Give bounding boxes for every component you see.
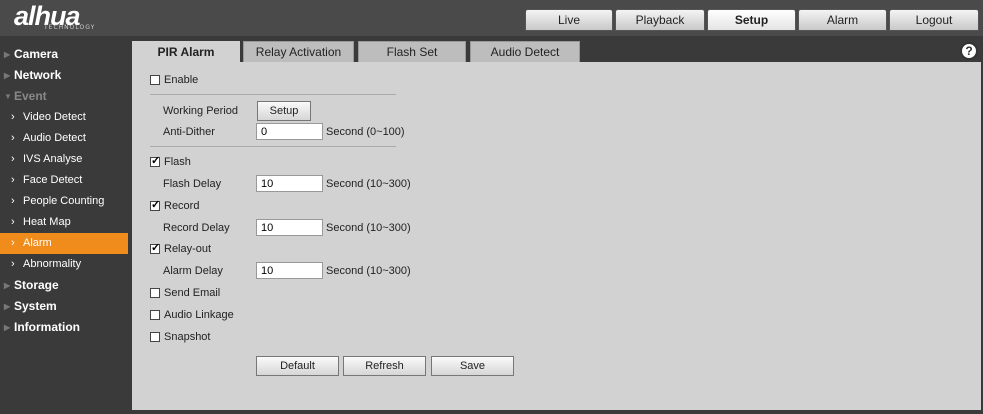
top-nav-setup[interactable]: Setup [707, 9, 796, 31]
chevron-right-icon: › [11, 174, 15, 186]
caret-right-icon: ▶ [4, 323, 11, 332]
audio-linkage-row: Audio Linkage [150, 309, 234, 321]
save-button[interactable]: Save [431, 356, 514, 376]
chevron-right-icon: › [11, 216, 15, 228]
relay-out-label: Relay-out [164, 243, 212, 255]
sidebar-item-information[interactable]: ▶ Information [0, 317, 128, 338]
caret-down-icon: ▼ [4, 92, 12, 101]
sidebar-item-system[interactable]: ▶ System [0, 296, 128, 317]
sidebar-item-camera[interactable]: ▶ Camera [0, 44, 128, 65]
enable-label: Enable [164, 74, 199, 86]
flash-delay-input[interactable] [256, 175, 323, 192]
chevron-right-icon: › [11, 132, 15, 144]
working-period-label: Working Period [163, 105, 238, 117]
sidebar-item-face-detect[interactable]: › Face Detect [0, 170, 128, 191]
anti-dither-unit: Second (0~100) [326, 126, 405, 138]
alarm-delay-label: Alarm Delay [163, 265, 223, 277]
help-icon[interactable]: ? [960, 42, 978, 60]
sidebar: ▶ Camera ▶ Network ▼ Event › Video Detect › A… [0, 44, 128, 338]
flash-delay-unit: Second (10~300) [326, 178, 411, 190]
sidebar-item-network[interactable]: ▶ Network [0, 65, 128, 86]
top-nav-logout[interactable]: Logout [889, 9, 979, 31]
flash-label: Flash [164, 156, 191, 168]
alarm-delay-input[interactable] [256, 262, 323, 279]
sidebar-item-abnormality[interactable]: › Abnormality [0, 254, 128, 275]
flash-checkbox[interactable] [150, 154, 160, 167]
caret-right-icon: ▶ [4, 281, 11, 290]
chevron-right-icon: › [11, 237, 15, 249]
caret-right-icon: ▶ [4, 50, 11, 59]
send-email-label: Send Email [164, 287, 221, 299]
anti-dither-input[interactable] [256, 123, 323, 140]
sidebar-item-event[interactable]: ▼ Event [0, 86, 128, 107]
snapshot-label: Snapshot [164, 331, 211, 343]
record-delay-input[interactable] [256, 219, 323, 236]
caret-right-icon: ▶ [4, 71, 11, 80]
chevron-right-icon: › [11, 111, 15, 123]
tab-pir-alarm[interactable]: PIR Alarm [132, 41, 240, 63]
tab-relay-activation[interactable]: Relay Activation [243, 41, 354, 62]
sidebar-item-audio-detect[interactable]: › Audio Detect [0, 128, 128, 149]
sidebar-item-video-detect[interactable]: › Video Detect [0, 107, 128, 128]
record-delay-label: Record Delay [163, 222, 230, 234]
send-email-checkbox[interactable] [150, 288, 160, 298]
enable-row: Enable [150, 74, 198, 86]
top-nav-live[interactable]: Live [525, 9, 613, 31]
brand-logo-subtext: TECHNOLOGY [44, 24, 96, 31]
relay-out-checkbox[interactable] [150, 241, 160, 254]
snapshot-row: Snapshot [150, 331, 210, 343]
chevron-right-icon: › [11, 153, 15, 165]
sidebar-item-people-counting[interactable]: › People Counting [0, 191, 128, 212]
snapshot-checkbox[interactable] [150, 332, 160, 342]
chevron-right-icon: › [11, 258, 15, 270]
relay-out-row: Relay-out [150, 241, 212, 255]
flash-delay-label: Flash Delay [163, 178, 222, 190]
enable-checkbox[interactable] [150, 75, 160, 85]
sidebar-item-heat-map[interactable]: › Heat Map [0, 212, 128, 233]
sidebar-item-ivs-analyse[interactable]: › IVS Analyse [0, 149, 128, 170]
top-nav-alarm[interactable]: Alarm [798, 9, 887, 31]
default-button[interactable]: Default [256, 356, 339, 376]
record-row: Record [150, 198, 200, 212]
record-label: Record [164, 200, 200, 212]
divider [150, 94, 396, 95]
record-delay-unit: Second (10~300) [326, 222, 411, 234]
tab-flash-set[interactable]: Flash Set [358, 41, 466, 62]
tab-audio-detect[interactable]: Audio Detect [470, 41, 580, 62]
caret-right-icon: ▶ [4, 302, 11, 311]
record-checkbox[interactable] [150, 198, 160, 211]
audio-linkage-label: Audio Linkage [164, 309, 234, 321]
audio-linkage-checkbox[interactable] [150, 310, 160, 320]
alarm-delay-unit: Second (10~300) [326, 265, 411, 277]
top-nav-playback[interactable]: Playback [615, 9, 705, 31]
header-bar: alhua TECHNOLOGY Live Playback Setup Ala… [0, 0, 983, 36]
flash-row: Flash [150, 154, 191, 168]
sidebar-item-storage[interactable]: ▶ Storage [0, 275, 128, 296]
chevron-right-icon: › [11, 195, 15, 207]
refresh-button[interactable]: Refresh [343, 356, 426, 376]
send-email-row: Send Email [150, 287, 220, 299]
setup-button[interactable]: Setup [257, 101, 311, 121]
sidebar-item-alarm[interactable]: › Alarm [0, 233, 128, 254]
divider [150, 146, 396, 147]
anti-dither-label: Anti-Dither [163, 126, 215, 138]
